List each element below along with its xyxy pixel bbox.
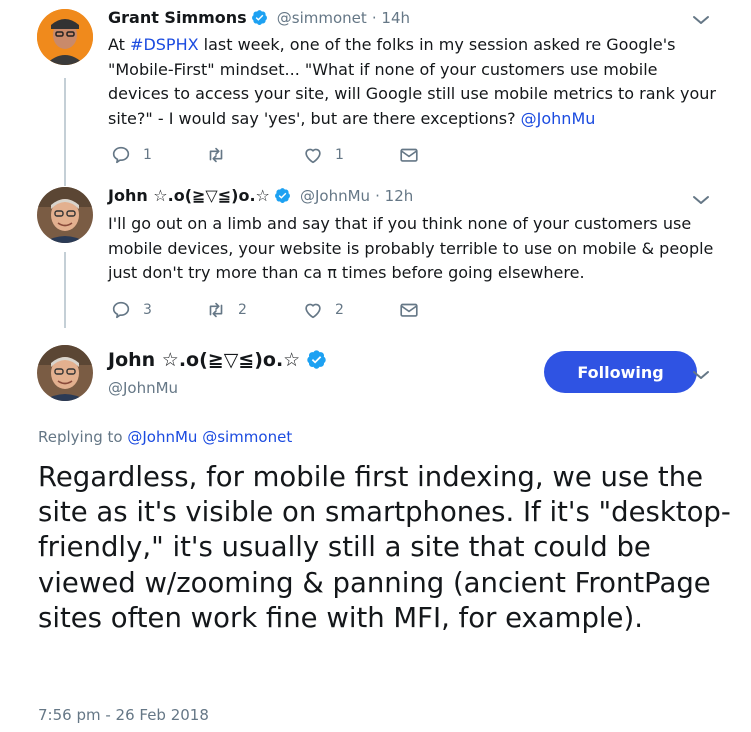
tweet-timestamp[interactable]: 7:56 pm - 26 Feb 2018	[38, 706, 209, 724]
retweet-count: 2	[238, 302, 247, 318]
chevron-down-icon[interactable]	[690, 12, 712, 28]
retweet-icon	[209, 147, 223, 163]
like-button[interactable]: 2	[302, 299, 344, 321]
main-tweet-text: Regardless, for mobile first indexing, w…	[38, 461, 731, 634]
heart-icon	[305, 303, 321, 319]
tweet-time[interactable]: · 14h	[372, 9, 410, 27]
avatar-john-mu-main[interactable]	[37, 345, 93, 401]
verified-badge-icon	[274, 187, 291, 208]
author-name[interactable]: Grant Simmons	[108, 8, 247, 27]
tweet1-text: At #DSPHX last week, one of the folks in…	[108, 35, 717, 128]
author-handle[interactable]: @simmonet	[277, 9, 367, 27]
tweet2-header: John ☆.o(≧▽≦)o.☆ @JohnMu · 12h	[108, 186, 413, 208]
like-button[interactable]: 1	[302, 144, 344, 166]
retweet-button[interactable]	[205, 144, 238, 166]
retweet-icon	[209, 302, 223, 318]
replying-to-link-2[interactable]: @simmonet	[202, 428, 292, 446]
verified-badge-icon	[306, 349, 327, 374]
main-author-handle[interactable]: @JohnMu	[108, 379, 178, 397]
reply-button[interactable]: 1	[110, 144, 152, 166]
reply-count: 1	[143, 147, 152, 163]
thread-line-2	[64, 252, 66, 328]
mention-link[interactable]: @JohnMu	[521, 109, 596, 128]
replying-to: Replying to @JohnMu @simmonet	[38, 428, 293, 446]
thread-line-1	[64, 78, 66, 186]
avatar-john-mu[interactable]	[37, 187, 93, 243]
envelope-icon	[400, 148, 418, 162]
avatar-grant-simmons[interactable]	[37, 9, 93, 65]
author-name[interactable]: John ☆.o(≧▽≦)o.☆	[108, 186, 270, 205]
tweet2-text: I'll go out on a limb and say that if yo…	[108, 214, 714, 282]
following-button[interactable]: Following	[544, 351, 697, 393]
main-author-name[interactable]: John ☆.o(≧▽≦)o.☆	[108, 349, 327, 374]
like-count: 1	[335, 147, 344, 163]
chevron-down-icon[interactable]	[690, 192, 712, 208]
reply-button[interactable]: 3	[110, 299, 152, 321]
replying-to-link-1[interactable]: @JohnMu	[127, 428, 197, 446]
author-name[interactable]: John ☆.o(≧▽≦)o.☆	[108, 349, 300, 371]
tweet1-header: Grant Simmons @simmonet · 14h	[108, 8, 410, 30]
verified-badge-icon	[251, 9, 268, 30]
reply-count: 3	[143, 302, 152, 318]
hashtag-link[interactable]: #DSPHX	[130, 35, 199, 54]
reply-icon	[112, 146, 130, 164]
direct-message-button[interactable]	[398, 144, 420, 166]
direct-message-button[interactable]	[398, 299, 420, 321]
heart-icon	[305, 148, 321, 164]
retweet-button[interactable]: 2	[205, 299, 247, 321]
envelope-icon	[400, 303, 418, 317]
tweet-time[interactable]: · 12h	[375, 187, 413, 205]
author-handle[interactable]: @JohnMu	[300, 187, 370, 205]
like-count: 2	[335, 302, 344, 318]
chevron-down-icon[interactable]	[690, 367, 712, 383]
reply-icon	[112, 301, 130, 319]
